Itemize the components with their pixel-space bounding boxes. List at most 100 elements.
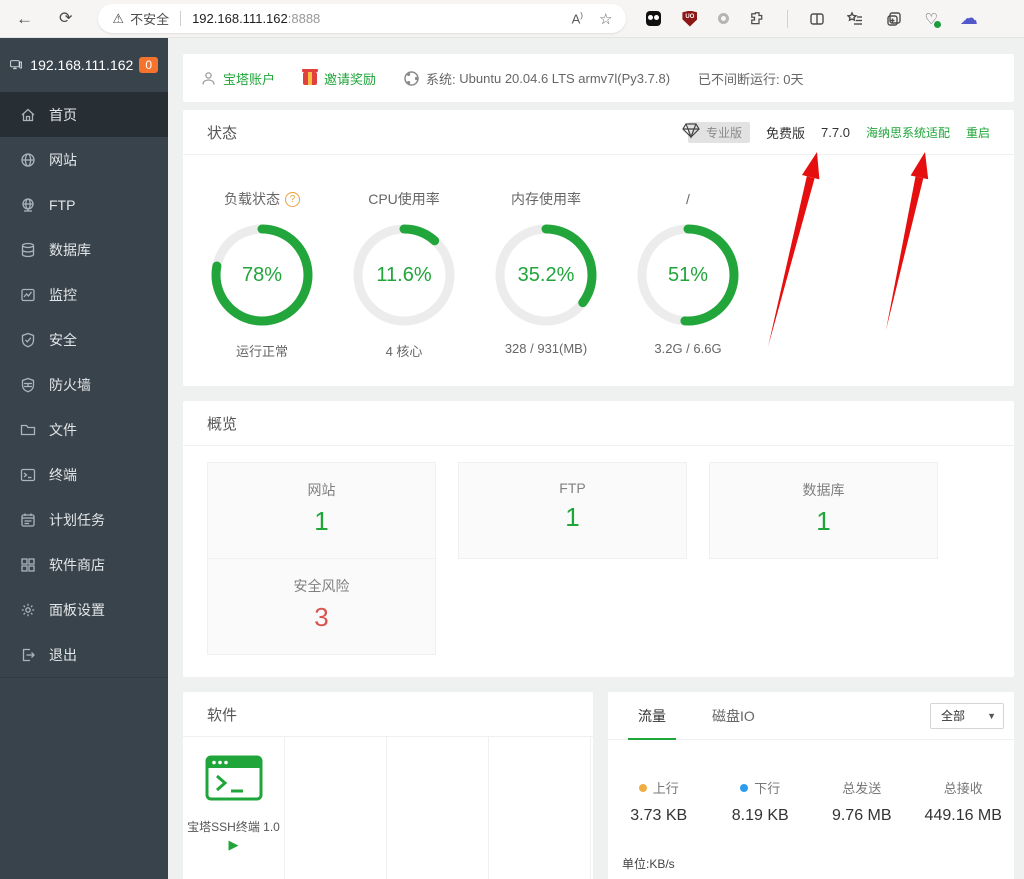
browser-toolbar: ← ⟳ ⚠ 不安全 192.168.111.162 :8888 A) ☆ UO …: [0, 0, 1024, 38]
sidebar-item-settings[interactable]: 面板设置: [0, 587, 168, 632]
sidebar-item-database[interactable]: 数据库: [0, 227, 168, 272]
sidebar-item-firewall[interactable]: 防火墙: [0, 362, 168, 407]
settings-gear-icon: [20, 602, 36, 618]
files-folder-icon: [20, 422, 36, 438]
bt-account-link[interactable]: 宝塔账户: [201, 69, 275, 88]
message-count-badge[interactable]: 0: [139, 57, 158, 73]
sidebar-item-appstore[interactable]: 软件商店: [0, 542, 168, 587]
terminal-icon: [20, 467, 36, 483]
uptime-label: 已不间断运行: 0天: [698, 69, 803, 88]
tile-website[interactable]: 网站 1: [207, 462, 436, 559]
gauge-load-caption: 运行正常: [191, 341, 333, 360]
app-ssh-terminal[interactable]: 宝塔SSH终端 1.0 ▶: [183, 737, 285, 879]
tile-database[interactable]: 数据库 1: [709, 462, 938, 559]
gauge-memory: 内存使用率 35.2% 328 / 931(MB): [475, 189, 617, 360]
gauge-disk-root: / 51% 3.2G / 6.6G: [617, 189, 759, 360]
traffic-stats: 上行 3.73 KB 下行 8.19 KB 总发送 9.76 MB 总接收 44…: [608, 740, 1014, 825]
back-icon[interactable]: ←: [16, 10, 33, 27]
refresh-icon[interactable]: ⟳: [59, 11, 72, 27]
stat-total-sent: 总发送 9.76 MB: [811, 778, 913, 825]
ubuntu-logo-icon: [404, 71, 419, 86]
extension-dark-icon[interactable]: [646, 11, 661, 26]
toolbar-divider: [787, 10, 788, 28]
unit-note: 单位:KB/s: [622, 855, 1014, 872]
overview-card: 概览 网站 1 FTP 1 数据库 1: [183, 401, 1014, 677]
server-monitor-icon: [10, 56, 22, 74]
gauge-memory-caption: 328 / 931(MB): [475, 341, 617, 356]
sidebar: 192.168.111.162 0 首页 网站 FTP 数据库 监控 安全: [0, 38, 168, 879]
stat-downstream: 下行 8.19 KB: [710, 778, 812, 825]
app-run-icon[interactable]: ▶: [183, 837, 284, 853]
main-content: 宝塔账户 邀请奖励 系统: Ubuntu 20.04.6 LTS armv7l(…: [168, 38, 1024, 879]
gift-icon: [303, 72, 317, 85]
puzzle-extensions-icon[interactable]: [750, 11, 766, 27]
account-person-icon: [201, 71, 216, 86]
sidebar-header: 192.168.111.162 0: [0, 38, 168, 92]
sidebar-item-monitor[interactable]: 监控: [0, 272, 168, 317]
software-title: 软件: [207, 704, 237, 725]
monitor-icon: [20, 287, 36, 303]
read-aloud-icon[interactable]: A): [572, 11, 583, 26]
site-warning-icon[interactable]: ⚠: [112, 11, 124, 27]
gauge-load-value: 78%: [210, 223, 314, 327]
system-version: Ubuntu 20.04.6 LTS armv7l(Py3.7.8): [459, 71, 670, 86]
logout-icon: [20, 647, 36, 663]
pro-version-badge[interactable]: 专业版: [688, 122, 750, 143]
sidebar-item-cron[interactable]: 计划任务: [0, 497, 168, 542]
url-port[interactable]: :8888: [288, 11, 321, 26]
database-icon: [20, 242, 36, 258]
collections-icon[interactable]: [847, 11, 864, 27]
load-help-icon[interactable]: ?: [285, 192, 300, 207]
edition-label: 免费版: [766, 123, 805, 142]
system-info: 系统: Ubuntu 20.04.6 LTS armv7l(Py3.7.8): [404, 69, 670, 88]
sidebar-item-terminal[interactable]: 终端: [0, 452, 168, 497]
restart-link[interactable]: 重启: [966, 124, 990, 141]
tile-security-risk[interactable]: 安全风险 3: [207, 558, 436, 655]
diamond-icon: [680, 120, 702, 140]
address-bar[interactable]: ⚠ 不安全 192.168.111.162 :8888 A) ☆: [98, 4, 626, 33]
duplicate-tab-icon[interactable]: [886, 11, 902, 27]
gauge-cpu: CPU使用率 11.6% 4 核心: [333, 189, 475, 360]
server-host: 192.168.111.162: [30, 57, 133, 73]
gauge-cpu-value: 11.6%: [352, 223, 456, 327]
sidebar-item-logout[interactable]: 退出: [0, 632, 168, 677]
ssh-terminal-icon: [205, 755, 263, 801]
downstream-dot: [740, 784, 748, 792]
favorite-star-icon[interactable]: ☆: [599, 10, 612, 28]
home-icon: [20, 107, 36, 123]
security-label[interactable]: 不安全: [130, 9, 169, 28]
tab-disk-io[interactable]: 磁盘IO: [702, 692, 765, 739]
hinas-adapt-link[interactable]: 海纳思系统适配: [866, 124, 950, 141]
app-slot-empty: [387, 737, 489, 879]
cloud-sync-icon[interactable]: ☁: [960, 8, 978, 29]
upstream-dot: [639, 784, 647, 792]
split-screen-icon[interactable]: [809, 11, 825, 27]
chevron-down-icon: ▼: [987, 711, 996, 721]
gauge-cpu-caption: 4 核心: [333, 341, 475, 360]
tab-traffic[interactable]: 流量: [628, 692, 676, 739]
sidebar-item-security[interactable]: 安全: [0, 317, 168, 362]
ftp-icon: [20, 197, 36, 213]
stat-total-received: 总接收 449.16 MB: [913, 778, 1015, 825]
sidebar-item-ftp[interactable]: FTP: [0, 182, 168, 227]
address-divider: [180, 11, 181, 26]
invite-reward-link[interactable]: 邀请奖励: [303, 69, 376, 88]
url-host[interactable]: 192.168.111.162: [192, 11, 288, 26]
app-slot-empty: [489, 737, 591, 879]
cron-calendar-icon: [20, 512, 36, 528]
firewall-icon: [20, 377, 36, 393]
sidebar-item-home[interactable]: 首页: [0, 92, 168, 137]
browser-essentials-icon[interactable]: ♡: [924, 10, 937, 28]
status-title: 状态: [207, 122, 237, 143]
stat-upstream: 上行 3.73 KB: [608, 778, 710, 825]
app-slot-empty: [285, 737, 387, 879]
tile-ftp[interactable]: FTP 1: [458, 462, 687, 559]
traffic-card: 流量 磁盘IO 全部 ▼ 上行 3.73 KB 下行 8.19 KB: [608, 692, 1014, 879]
ring-extension-icon[interactable]: [718, 13, 729, 24]
traffic-filter-select[interactable]: 全部 ▼: [930, 703, 1004, 729]
sidebar-item-files[interactable]: 文件: [0, 407, 168, 452]
gauge-memory-value: 35.2%: [494, 223, 598, 327]
status-card: 状态 专业版 免费版 7.7.0 海纳思系统适配 重启 负载状态?: [183, 110, 1014, 386]
ublock-icon[interactable]: UO: [682, 11, 697, 27]
sidebar-item-website[interactable]: 网站: [0, 137, 168, 182]
